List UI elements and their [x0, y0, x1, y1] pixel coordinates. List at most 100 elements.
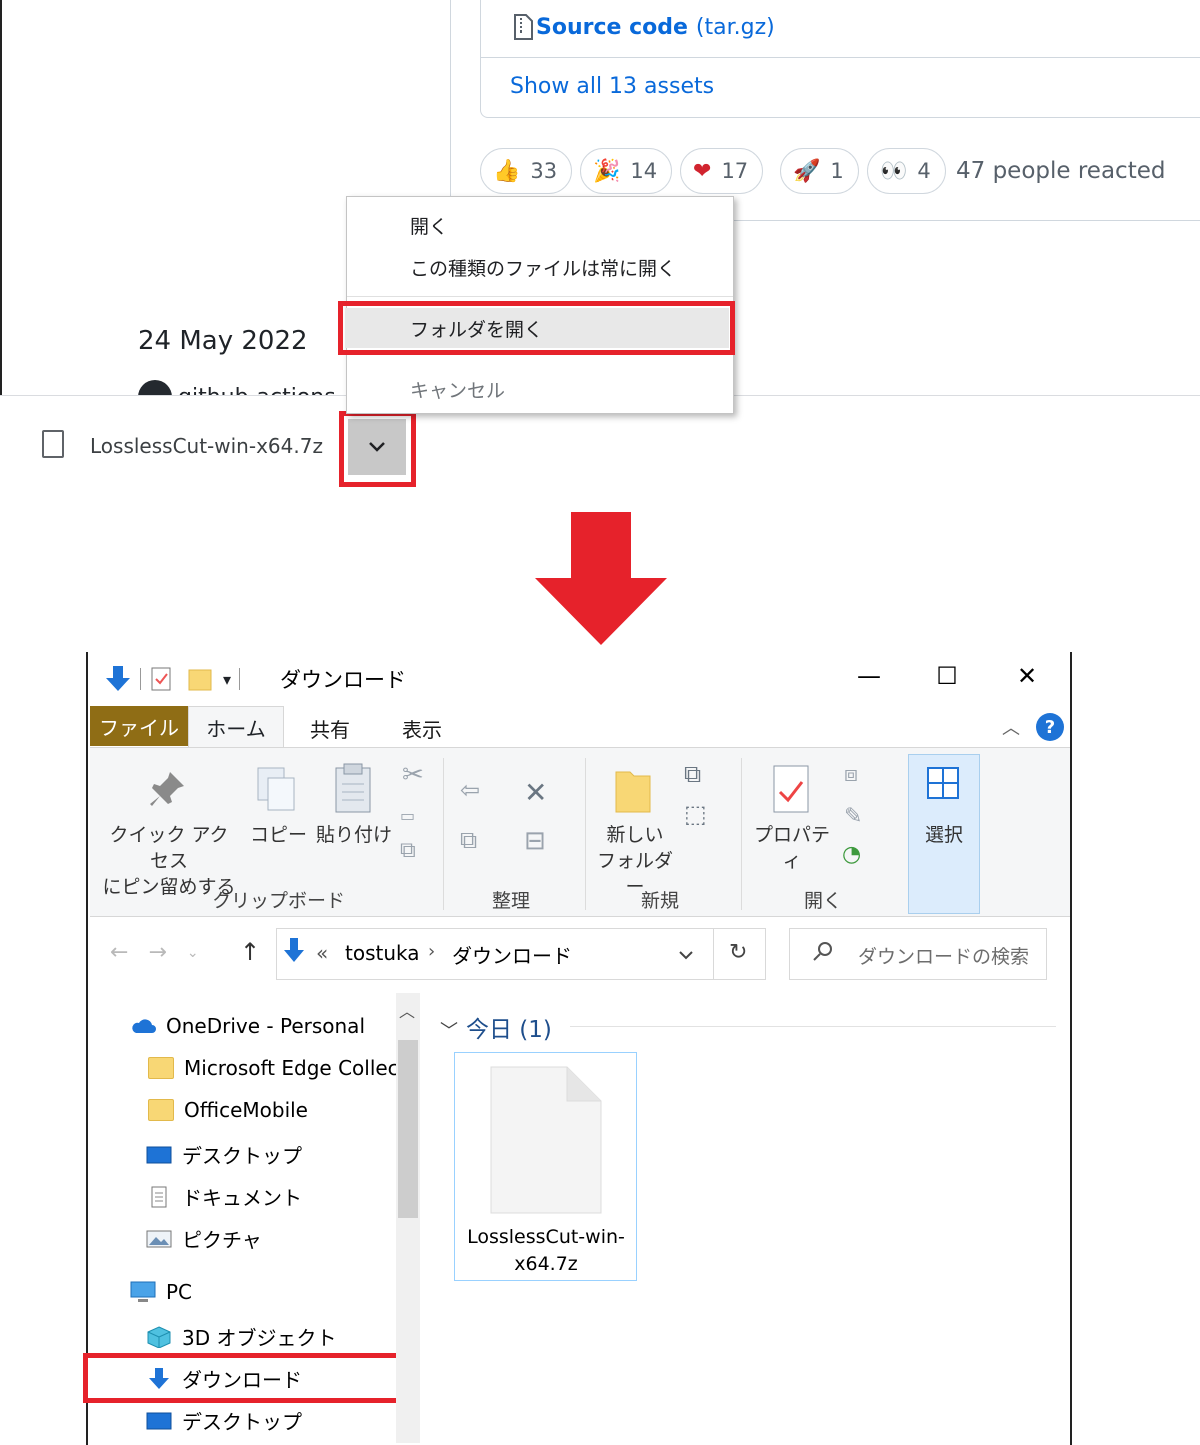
paste-shortcut-icon[interactable]: ⧉ [400, 838, 416, 863]
rocket-icon: 🚀 [793, 158, 821, 184]
desktop-icon [146, 1146, 172, 1163]
address-divider [713, 929, 714, 979]
customize-qat-icon[interactable]: ▾ [223, 670, 231, 689]
tab-view[interactable]: 表示 [402, 714, 442, 743]
group-header-today[interactable]: ﹀ 今日 (1) [440, 1010, 552, 1044]
nav-arrows: ← → ⌄ [110, 940, 199, 965]
properties-check-icon[interactable] [149, 666, 173, 692]
nav-label: デスクトップ [182, 1144, 302, 1168]
search-input[interactable]: ダウンロードの検索 [858, 942, 1029, 969]
reaction-count: 4 [917, 159, 931, 183]
delete-icon[interactable]: ✕ [524, 776, 547, 809]
copy-path-icon[interactable]: ▭ [400, 806, 415, 825]
reaction-heart[interactable]: ❤ 17 [680, 148, 764, 194]
download-location-icon [282, 936, 306, 971]
group-label-new: 新規 [641, 890, 680, 912]
recent-locations-icon[interactable]: ⌄ [187, 945, 199, 961]
scrollbar-thumb[interactable] [398, 1040, 418, 1218]
thumbs-up-icon: 👍 [493, 158, 521, 184]
file-tile-name: LosslessCut-win- x64.7z [458, 1224, 634, 1278]
close-button[interactable]: ✕ [1007, 662, 1047, 690]
breadcrumb-user[interactable]: tostuka [345, 941, 420, 965]
select-label: 選択 [924, 824, 963, 846]
nav-onedrive[interactable]: OneDrive - Personal [130, 1014, 365, 1038]
minimize-button[interactable]: — [849, 662, 889, 690]
nav-pc[interactable]: PC [130, 1280, 192, 1304]
reaction-count: 1 [830, 159, 844, 183]
edit-icon[interactable]: ✎ [844, 804, 862, 829]
paste-button[interactable]: 貼り付け [316, 822, 392, 848]
search-icon [812, 940, 834, 968]
reactions-summary: 47 people reacted [956, 158, 1166, 184]
help-icon[interactable]: ? [1036, 713, 1064, 741]
menu-item-open[interactable]: 開く [410, 212, 448, 239]
reaction-count: 17 [721, 159, 749, 183]
document-icon [151, 1186, 167, 1207]
folder-icon [148, 1057, 174, 1079]
breadcrumb-downloads[interactable]: ダウンロード [452, 940, 572, 969]
forward-icon[interactable]: → [148, 940, 166, 965]
easy-access-icon[interactable]: ⬚ [684, 800, 707, 828]
highlight-box [338, 301, 735, 355]
group-header-label: 今日 (1) [466, 1017, 552, 1043]
select-all-icon [926, 766, 960, 804]
reaction-eyes[interactable]: 👀 4 [867, 148, 946, 194]
new-item-icon[interactable]: ⧉ [684, 760, 701, 788]
eyes-icon: 👀 [880, 158, 908, 184]
menu-item-cancel[interactable]: キャンセル [410, 376, 505, 403]
address-dropdown-icon[interactable] [678, 944, 694, 965]
release-date: 24 May 2022 [138, 326, 308, 356]
show-all-assets-link[interactable]: Show all 13 assets [510, 74, 714, 99]
nav-pictures[interactable]: ピクチャ [146, 1224, 262, 1253]
collapse-ribbon-icon[interactable]: ︿ [1002, 714, 1020, 740]
file-name-line2: x64.7z [514, 1253, 578, 1275]
folder-icon [148, 1099, 174, 1121]
open-icon[interactable]: ⧈ [844, 762, 858, 787]
back-icon[interactable]: ← [110, 940, 128, 965]
download-file-name[interactable]: LosslessCut-win-x64.7z [90, 434, 323, 458]
path-overflow-chevron[interactable]: « [316, 941, 328, 965]
maximize-button[interactable]: ☐ [927, 662, 967, 690]
up-icon[interactable]: ↑ [240, 938, 260, 966]
move-to-icon[interactable]: ⇦ [460, 776, 480, 804]
down-arrow-icon [535, 512, 667, 645]
nav-edge-collections[interactable]: Microsoft Edge Collect [148, 1056, 407, 1080]
properties-button[interactable]: プロパティ [750, 822, 834, 874]
tab-file[interactable]: ファイル [90, 706, 188, 746]
copy-button[interactable]: コピー [250, 822, 307, 848]
nav-documents[interactable]: ドキュメント [146, 1182, 302, 1211]
assets-divider [481, 57, 1200, 58]
reaction-thumbs-up[interactable]: 👍 33 [480, 148, 573, 194]
copy-to-icon[interactable]: ⧉ [460, 826, 477, 854]
tab-share[interactable]: 共有 [310, 714, 350, 743]
quick-access-toolbar: ▾ [104, 664, 248, 694]
reaction-party[interactable]: 🎉 14 [580, 148, 673, 194]
new-folder-label-line1: 新しい [606, 824, 664, 846]
nav-3d-objects[interactable]: 3D オブジェクト [146, 1322, 336, 1351]
menu-item-always-open[interactable]: この種類のファイルは常に開く [410, 254, 676, 281]
refresh-icon[interactable]: ↻ [729, 940, 747, 965]
source-code-format: (tar.gz) [695, 14, 775, 40]
copy-icon [254, 766, 300, 818]
source-code-label: Source code [536, 14, 688, 40]
reaction-rocket[interactable]: 🚀 1 [780, 148, 859, 194]
chevron-down-icon: ﹀ [440, 1021, 458, 1042]
group-separator [585, 758, 586, 910]
rename-icon[interactable]: ⊟ [524, 826, 546, 856]
onedrive-cloud-icon [132, 1019, 156, 1033]
history-icon[interactable]: ◔ [842, 842, 861, 867]
3d-object-icon [147, 1325, 171, 1348]
cut-icon[interactable]: ✂ [402, 760, 424, 790]
properties-icon [770, 764, 812, 818]
nav-officemobile[interactable]: OfficeMobile [148, 1098, 308, 1122]
new-folder-icon[interactable] [187, 666, 213, 692]
tab-home[interactable]: ホーム [188, 706, 284, 748]
pictures-icon [146, 1230, 172, 1247]
new-folder-large-icon [614, 766, 652, 818]
breadcrumb-separator[interactable]: › [428, 941, 435, 962]
nav-desktop[interactable]: デスクトップ [146, 1140, 302, 1169]
paste-icon [332, 762, 374, 818]
nav-desktop-pc[interactable]: デスクトップ [146, 1406, 302, 1435]
source-code-link[interactable]: Source code (tar.gz) [512, 14, 775, 40]
scroll-up-icon[interactable]: ︿ [399, 998, 415, 1022]
